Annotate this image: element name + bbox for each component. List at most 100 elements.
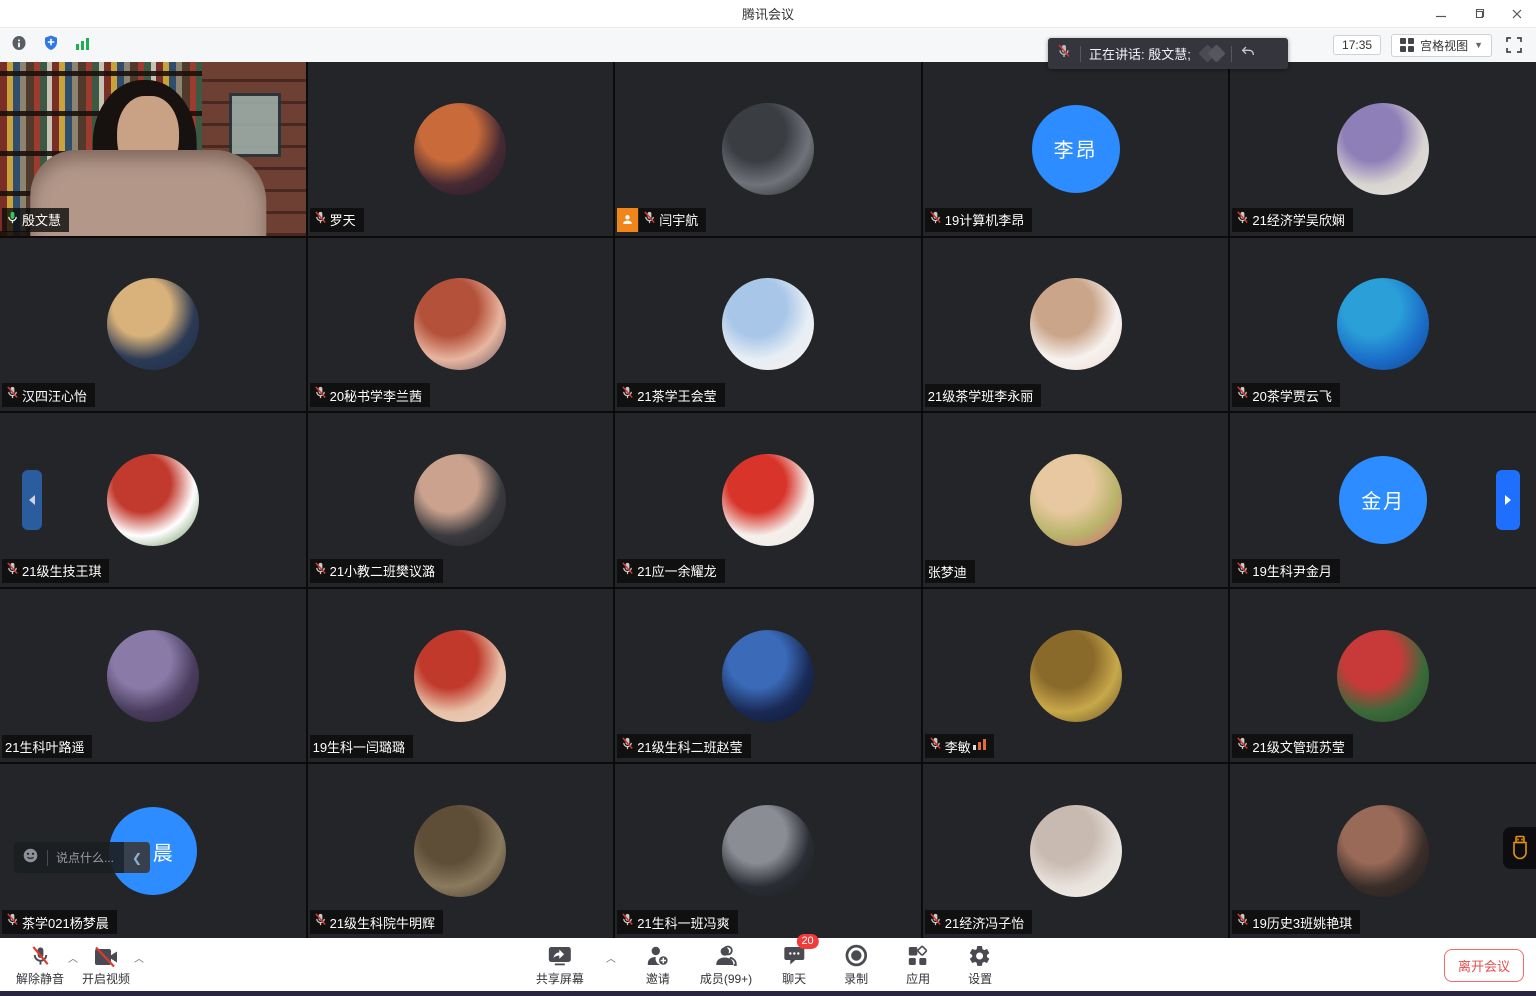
- fullscreen-button[interactable]: [1502, 33, 1526, 57]
- usb-device-panel[interactable]: [1503, 827, 1536, 869]
- participant-tile-22[interactable]: 21级生科院牛明辉: [308, 764, 614, 938]
- video-label: 开启视频: [82, 970, 130, 987]
- emoji-icon[interactable]: [22, 847, 39, 869]
- invite-icon: [645, 942, 671, 968]
- mic-status-icon: [1235, 561, 1250, 581]
- name-label-row: 20秘书学李兰茜: [310, 383, 430, 407]
- mic-status-icon: [313, 561, 328, 581]
- name-label-row: 20茶学贾云飞: [1232, 383, 1339, 407]
- toolbar-item-apps[interactable]: 应用: [896, 942, 940, 987]
- toolbar-center-group: 共享屏幕 ︿ 邀请 成员(99+) 20聊天录制应用设置: [534, 940, 1002, 988]
- avatar: [722, 103, 814, 195]
- participant-tile-15[interactable]: 金月 19生科尹金月: [1230, 413, 1536, 587]
- view-mode-button[interactable]: 宫格视图 ▼: [1391, 34, 1492, 57]
- share-options-chevron[interactable]: ︿: [606, 950, 616, 965]
- name-label-row: 19生科一闫璐璐: [310, 735, 413, 758]
- participant-tile-11[interactable]: 21级生技王琪: [0, 413, 306, 587]
- name-label-row: 19计算机李昂: [925, 208, 1032, 232]
- unmute-options-chevron[interactable]: ︿: [68, 950, 78, 965]
- participant-tile-5[interactable]: 21经济学吴欣娴: [1230, 62, 1536, 236]
- participant-tile-25[interactable]: 19历史3班姚艳琪: [1230, 764, 1536, 938]
- video-options-chevron[interactable]: ︿: [134, 950, 144, 965]
- invite-label: 邀请: [646, 970, 670, 987]
- avatar: [1337, 103, 1429, 195]
- participant-name: 21级茶学班李永丽: [928, 386, 1033, 405]
- window-title: 腾讯会议: [742, 4, 794, 23]
- participant-tile-12[interactable]: 21小教二班樊议潞: [308, 413, 614, 587]
- participant-tile-4[interactable]: 李昂 19计算机李昂: [923, 62, 1229, 236]
- network-signal-icon[interactable]: [74, 34, 92, 57]
- unmute-label: 解除静音: [16, 970, 64, 987]
- bottom-toolbar: 解除静音 ︿ 开启视频 ︿ 共享屏幕 ︿ 邀请 成员(99+) 20聊天录制应用设置 离开会议: [0, 938, 1536, 996]
- participant-tile-14[interactable]: 张梦迪: [923, 413, 1229, 587]
- toolbar-right-group: 离开会议: [1444, 949, 1524, 982]
- participant-tile-16[interactable]: 21生科叶路遥: [0, 589, 306, 763]
- security-shield-icon[interactable]: [42, 34, 60, 57]
- mic-status-icon: [313, 210, 328, 230]
- undo-arrow-icon[interactable]: [1240, 43, 1256, 64]
- participant-tile-19[interactable]: 李敏: [923, 589, 1229, 763]
- participant-tile-10[interactable]: 20茶学贾云飞: [1230, 238, 1536, 412]
- share-label: 共享屏幕: [536, 970, 584, 987]
- meeting-info-icon[interactable]: [10, 34, 28, 57]
- avatar: [107, 278, 199, 370]
- mic-status-icon: [1235, 736, 1250, 756]
- toolbar-item-members[interactable]: 成员(99+): [698, 942, 754, 987]
- participant-name: 21生科叶路遥: [5, 737, 84, 756]
- toolbar-item-chat[interactable]: 20聊天: [772, 942, 816, 987]
- minimize-button[interactable]: [1422, 0, 1460, 28]
- avatar: 金月: [1339, 456, 1427, 544]
- toolbar-left-group: 解除静音 ︿ 开启视频 ︿: [14, 940, 146, 988]
- participant-tile-8[interactable]: 21茶学王会莹: [615, 238, 921, 412]
- mic-status-icon: [1235, 210, 1250, 230]
- toolbar-item-video[interactable]: 开启视频: [80, 942, 132, 987]
- mic-status-icon: [5, 385, 20, 405]
- participant-name: 20秘书学李兰茜: [330, 386, 422, 405]
- apps-icon: [906, 942, 930, 968]
- participant-tile-20[interactable]: 21级文管班苏莹: [1230, 589, 1536, 763]
- participant-grid: 殷文慧 罗天: [0, 62, 1536, 938]
- collapse-chat-arrow[interactable]: ❮: [124, 842, 150, 873]
- toolbar-item-record[interactable]: 录制: [834, 942, 878, 987]
- quick-chat-input[interactable]: 说点什么...: [14, 842, 124, 873]
- mic-status-icon: [928, 210, 943, 230]
- mic-status-icon: [5, 912, 20, 932]
- participant-tile-7[interactable]: 20秘书学李兰茜: [308, 238, 614, 412]
- avatar: [414, 103, 506, 195]
- toolbar-item-invite[interactable]: 邀请: [636, 942, 680, 987]
- name-label-row: 21经济学吴欣娴: [1232, 208, 1352, 232]
- mic-status-icon: [1235, 912, 1250, 932]
- avatar: [1337, 805, 1429, 897]
- avatar: [414, 630, 506, 722]
- participant-tile-13[interactable]: 21应一余耀龙: [615, 413, 921, 587]
- next-page-arrow[interactable]: [1496, 470, 1520, 530]
- participant-tile-9[interactable]: 21级茶学班李永丽: [923, 238, 1229, 412]
- prev-page-arrow[interactable]: [22, 470, 42, 530]
- close-button[interactable]: [1498, 0, 1536, 28]
- toolbar-item-settings[interactable]: 设置: [958, 942, 1002, 987]
- avatar: [1030, 454, 1122, 546]
- participant-tile-18[interactable]: 21级生科二班赵莹: [615, 589, 921, 763]
- avatar: [107, 630, 199, 722]
- quick-chat-placeholder: 说点什么...: [56, 849, 114, 866]
- participant-name: 21经济学吴欣娴: [1252, 210, 1344, 229]
- participant-name: 汉四汪心怡: [22, 386, 87, 405]
- mic-status-icon: [313, 912, 328, 932]
- settings-label: 设置: [968, 970, 992, 987]
- participant-tile-1[interactable]: 殷文慧: [0, 62, 306, 236]
- maximize-button[interactable]: [1460, 0, 1498, 28]
- watermark-logo-icon: [1201, 47, 1223, 60]
- participant-tile-17[interactable]: 19生科一闫璐璐: [308, 589, 614, 763]
- view-mode-label: 宫格视图: [1420, 37, 1468, 54]
- participant-tile-3[interactable]: 闫宇航: [615, 62, 921, 236]
- mic-status-icon: [620, 561, 635, 581]
- toolbar-item-unmute[interactable]: 解除静音: [14, 942, 66, 987]
- toolbar-item-share[interactable]: 共享屏幕: [534, 942, 586, 987]
- name-label-row: 闫宇航: [617, 208, 706, 232]
- leave-meeting-button[interactable]: 离开会议: [1444, 949, 1524, 982]
- meeting-window: 腾讯会议 17:35: [0, 0, 1536, 996]
- participant-tile-6[interactable]: 汉四汪心怡: [0, 238, 306, 412]
- participant-tile-23[interactable]: 21生科一班冯爽: [615, 764, 921, 938]
- participant-tile-2[interactable]: 罗天: [308, 62, 614, 236]
- participant-tile-24[interactable]: 21经济冯子怡: [923, 764, 1229, 938]
